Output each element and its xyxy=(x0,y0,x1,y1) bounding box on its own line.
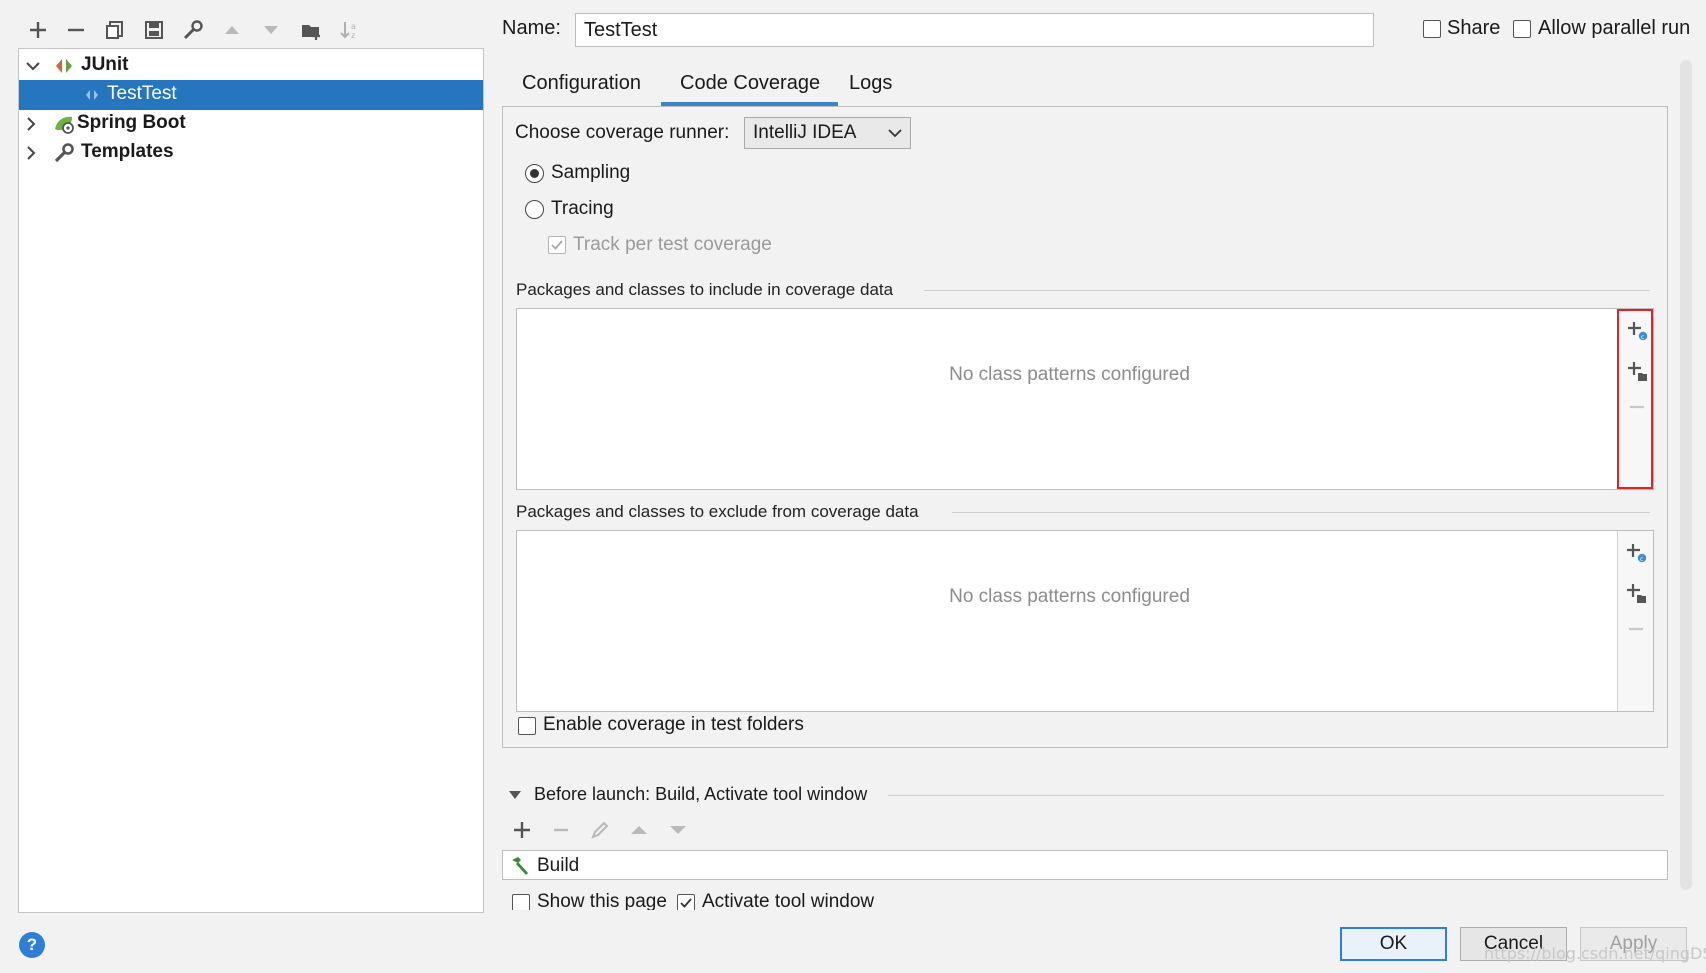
exclude-separator xyxy=(952,512,1650,513)
allow-parallel-run-checkbox[interactable] xyxy=(1513,20,1531,38)
share-checkbox[interactable] xyxy=(1423,20,1441,38)
show-this-page-checkbox[interactable] xyxy=(512,894,530,910)
before-launch-list[interactable]: Build xyxy=(502,850,1668,880)
copy-icon[interactable] xyxy=(101,16,129,44)
coverage-runner-value: IntelliJ IDEA xyxy=(753,122,857,143)
watermark-text: https://blog.csdn.net/qingDSL xyxy=(1484,944,1706,963)
add-icon[interactable] xyxy=(510,818,534,842)
before-launch-title: Before launch: Build, Activate tool wind… xyxy=(534,784,868,804)
coverage-runner-label: Choose coverage runner: xyxy=(515,122,730,143)
run-configurations-tree[interactable]: JUnit TestTest Spring Boot Templates xyxy=(18,48,484,913)
new-folder-icon[interactable] xyxy=(297,16,325,44)
svg-text:c: c xyxy=(1641,334,1644,341)
add-icon[interactable] xyxy=(24,16,52,44)
svg-text:c: c xyxy=(1640,556,1643,563)
name-label: Name: xyxy=(502,17,561,39)
exclude-section-title: Packages and classes to exclude from cov… xyxy=(516,502,919,521)
include-separator xyxy=(924,290,1650,291)
tree-item-templates[interactable]: Templates xyxy=(19,138,483,168)
hammer-icon xyxy=(512,857,528,875)
before-launch-options-row: Show this page Activate tool window xyxy=(0,886,1706,910)
edit-icon[interactable] xyxy=(588,818,612,842)
tracing-label: Tracing xyxy=(551,198,614,219)
chevron-down-icon[interactable] xyxy=(25,58,41,74)
remove-pattern-icon[interactable] xyxy=(1626,396,1648,418)
wrench-icon[interactable] xyxy=(179,16,207,44)
add-package-icon[interactable] xyxy=(1625,582,1647,604)
enable-coverage-test-folders-checkbox[interactable] xyxy=(518,717,536,735)
allow-parallel-run-label: Allow parallel run xyxy=(1538,17,1691,39)
exclude-empty-text: No class patterns configured xyxy=(949,586,1190,607)
tracing-radio[interactable] xyxy=(525,200,544,219)
exclude-actions-toolbar: c xyxy=(1617,531,1653,711)
move-up-icon[interactable] xyxy=(218,16,246,44)
tree-item-testtest[interactable]: TestTest xyxy=(19,80,483,110)
move-down-icon[interactable] xyxy=(666,818,690,842)
tab-code-coverage[interactable]: Code Coverage xyxy=(661,70,839,106)
build-task-label: Build xyxy=(537,855,580,876)
track-per-test-label: Track per test coverage xyxy=(573,234,772,255)
collapse-arrow-icon[interactable] xyxy=(508,790,522,800)
sort-icon[interactable]: az xyxy=(336,16,364,44)
name-field[interactable] xyxy=(575,13,1374,47)
tree-item-label: Templates xyxy=(81,141,174,162)
tree-item-spring-boot[interactable]: Spring Boot xyxy=(19,109,483,139)
move-up-icon[interactable] xyxy=(627,818,651,842)
chevron-down-icon xyxy=(888,129,902,138)
svg-text:a: a xyxy=(351,22,356,31)
include-actions-toolbar: c xyxy=(1617,309,1653,489)
tab-logs[interactable]: Logs xyxy=(849,70,892,106)
add-package-icon[interactable] xyxy=(1626,360,1648,382)
help-button[interactable]: ? xyxy=(19,932,45,958)
remove-icon[interactable] xyxy=(62,16,90,44)
add-class-icon[interactable]: c xyxy=(1626,320,1648,342)
activate-tool-window-checkbox[interactable] xyxy=(677,894,695,910)
chevron-right-icon[interactable] xyxy=(23,145,39,161)
test-config-icon xyxy=(86,90,98,100)
remove-pattern-icon[interactable] xyxy=(1625,618,1647,640)
activate-tool-window-label: Activate tool window xyxy=(702,891,875,910)
sampling-label: Sampling xyxy=(551,162,631,183)
enable-coverage-test-folders-label: Enable coverage in test folders xyxy=(543,714,804,735)
track-per-test-checkbox[interactable] xyxy=(548,236,566,254)
show-this-page-label: Show this page xyxy=(537,891,667,910)
coverage-runner-select[interactable]: IntelliJ IDEA xyxy=(744,117,911,149)
wrench-icon xyxy=(54,143,74,163)
include-empty-text: No class patterns configured xyxy=(949,364,1190,385)
svg-text:z: z xyxy=(351,31,355,40)
remove-icon[interactable] xyxy=(549,818,573,842)
tree-item-label: Spring Boot xyxy=(77,112,186,133)
move-down-icon[interactable] xyxy=(257,16,285,44)
tree-item-junit[interactable]: JUnit xyxy=(19,51,483,81)
tab-configuration[interactable]: Configuration xyxy=(522,70,641,106)
spring-boot-icon xyxy=(55,116,74,134)
before-launch-separator xyxy=(888,795,1664,796)
tree-item-label: TestTest xyxy=(107,83,177,104)
add-class-icon[interactable]: c xyxy=(1625,542,1647,564)
ok-button[interactable]: OK xyxy=(1340,927,1447,961)
include-patterns-list[interactable]: No class patterns configured c xyxy=(516,308,1654,490)
share-label: Share xyxy=(1447,17,1501,39)
tree-item-label: JUnit xyxy=(81,54,129,75)
save-icon[interactable] xyxy=(140,16,168,44)
exclude-patterns-list[interactable]: No class patterns configured c xyxy=(516,530,1654,712)
chevron-right-icon[interactable] xyxy=(23,116,39,132)
vertical-scrollbar[interactable] xyxy=(1680,60,1692,890)
include-section-title: Packages and classes to include in cover… xyxy=(516,280,894,299)
sampling-radio[interactable] xyxy=(525,164,544,183)
junit-icon xyxy=(56,59,72,73)
